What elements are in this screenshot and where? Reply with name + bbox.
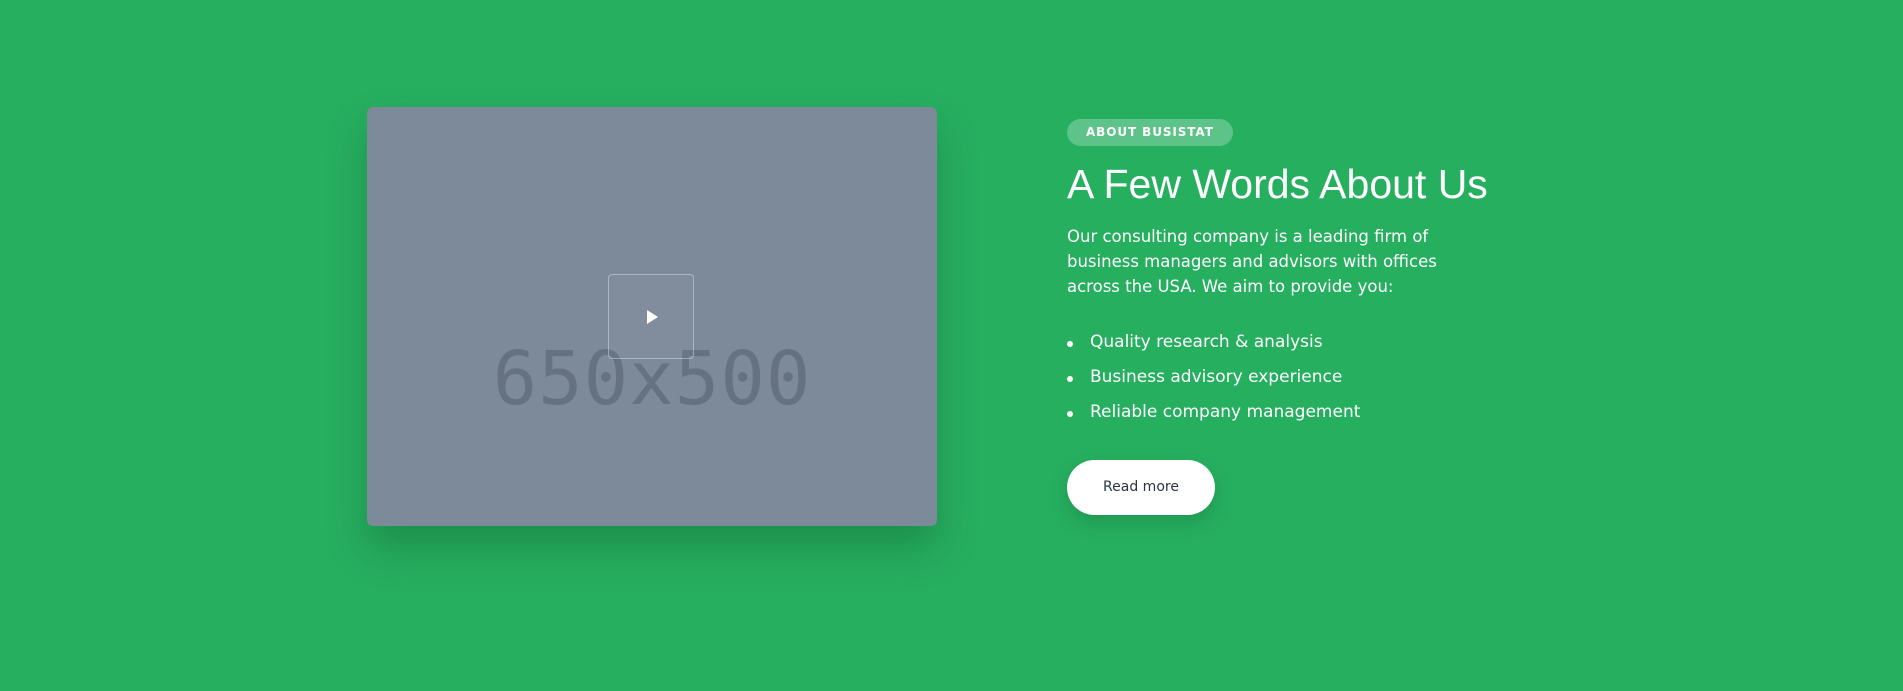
bullet-dot-icon — [1067, 411, 1073, 417]
section-badge: ABOUT BUSISTAT — [1067, 119, 1233, 146]
play-icon — [647, 309, 658, 324]
feature-list-item: Reliable company management — [1067, 395, 1587, 430]
bullet-dot-icon — [1067, 376, 1073, 382]
about-section: 650x500 ABOUT BUSISTAT A Few Words About… — [0, 0, 1903, 691]
video-thumbnail[interactable]: 650x500 — [367, 107, 937, 526]
read-more-button[interactable]: Read more — [1067, 460, 1215, 515]
feature-label: Quality research & analysis — [1090, 332, 1323, 352]
feature-list: Quality research & analysis Business adv… — [1067, 325, 1587, 430]
bullet-dot-icon — [1067, 341, 1073, 347]
play-button[interactable] — [608, 274, 694, 359]
feature-label: Business advisory experience — [1090, 367, 1343, 387]
feature-list-item: Business advisory experience — [1067, 360, 1587, 395]
about-content: ABOUT BUSISTAT A Few Words About Us Our … — [1067, 119, 1587, 515]
section-heading: A Few Words About Us — [1067, 161, 1488, 207]
feature-label: Reliable company management — [1090, 402, 1361, 422]
intro-paragraph: Our consulting company is a leading firm… — [1067, 227, 1437, 296]
feature-list-item: Quality research & analysis — [1067, 325, 1587, 360]
